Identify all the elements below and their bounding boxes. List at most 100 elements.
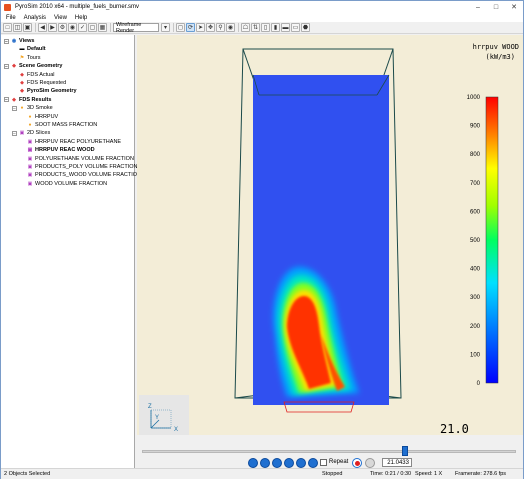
tree-item-label: WOOD VOLUME FRACTION <box>35 180 108 187</box>
tree-item-label: HRRPUV <box>35 113 59 120</box>
tree-item-label: POLYURETHANE VOLUME FRACTION <box>35 155 134 162</box>
results-icon: ◆ <box>12 96 16 103</box>
view-bottom-button[interactable]: ▬ <box>281 23 290 32</box>
view-button[interactable]: ◉ <box>68 23 77 32</box>
record-button[interactable] <box>352 458 362 468</box>
zoom-tool-button[interactable]: ⚲ <box>216 23 225 32</box>
smoke-icon: ● <box>20 105 24 112</box>
minimize-button[interactable]: – <box>469 1 487 13</box>
expand-toggle-icon[interactable]: − <box>4 63 9 69</box>
scale-tick-label: 600 <box>470 209 481 215</box>
select-tool-button[interactable]: ➤ <box>196 23 205 32</box>
palette-button[interactable]: ▦ <box>98 23 107 32</box>
tree-item[interactable]: ◆ FDS Requested <box>12 79 66 87</box>
forward-button[interactable]: ▶ <box>48 23 57 32</box>
tree-item[interactable]: − ◆ FDS Results <box>4 96 51 104</box>
scene-canvas[interactable]: 10009008007006005004003002001000 Z Y X 2… <box>137 35 523 441</box>
expand-toggle-icon[interactable]: − <box>12 105 17 111</box>
expand-toggle-icon[interactable]: − <box>4 97 9 103</box>
tree-item[interactable]: − ◆ Scene Geometry <box>4 62 62 70</box>
menu-file[interactable]: File <box>6 15 16 21</box>
skip-start-button[interactable] <box>248 458 258 468</box>
scale-tick-label: 1000 <box>467 95 481 101</box>
scale-tick-label: 300 <box>470 295 481 301</box>
scale-tick-label: 500 <box>470 238 481 244</box>
view-front-button[interactable]: ▯ <box>261 23 270 32</box>
tree-item[interactable]: − ◉ Views <box>4 37 35 45</box>
dropdown-arrow-icon[interactable]: ▾ <box>161 23 170 32</box>
checkbox-option-button[interactable]: ✓ <box>78 23 87 32</box>
pause-button[interactable] <box>284 458 294 468</box>
menu-analysis[interactable]: Analysis <box>24 15 46 21</box>
tree-item-label: 3D Smoke <box>27 105 53 112</box>
expand-toggle-icon[interactable]: − <box>4 38 9 44</box>
orbit-tool-button[interactable]: ⟳ <box>186 23 195 32</box>
tree-item-label: FDS Requested <box>27 80 67 86</box>
tree-item[interactable]: − ▣ 2D Slices <box>12 129 50 137</box>
walk-tool-button[interactable]: ◉ <box>226 23 235 32</box>
close-button[interactable]: ✕ <box>505 1 523 13</box>
tree-item[interactable]: ● HRRPUV <box>20 113 58 121</box>
smoke-icon: ● <box>28 113 32 120</box>
view-side-button[interactable]: ▮ <box>271 23 280 32</box>
3d-viewport[interactable]: 1000 900 800 700 600 500 400 300 200 100 0 Z Y X 2… <box>137 35 523 441</box>
tree-item[interactable]: ▣ HRRPUV REAC WOOD <box>20 146 95 154</box>
tree-item-label: HRRPUV REAC POLYURETHANE <box>35 138 122 145</box>
tree-item[interactable]: ▣ PRODUCTS_POLY VOLUME FRACTION <box>20 163 138 171</box>
tree-item[interactable]: ▣ HRRPUV REAC POLYURETHANE <box>20 138 121 146</box>
tree-item[interactable]: ● SOOT MASS FRACTION <box>20 121 97 129</box>
tree-item[interactable]: ▣ POLYURETHANE VOLUME FRACTION <box>20 155 134 163</box>
step-back-button[interactable] <box>260 458 270 468</box>
view-back-button[interactable]: ▭ <box>291 23 300 32</box>
tree-item-label: Default <box>27 46 46 53</box>
legend-title-line1: hrrpuv WOOD <box>472 43 519 51</box>
open-folder-button[interactable]: ◫ <box>13 23 22 32</box>
tree-item[interactable]: ▬ Default <box>12 45 46 53</box>
pan-tool-button[interactable]: ✥ <box>206 23 215 32</box>
menu-help[interactable]: Help <box>75 15 87 21</box>
outline-button[interactable]: ▢ <box>88 23 97 32</box>
scale-tick-label: 400 <box>470 267 481 273</box>
play-button[interactable] <box>272 458 282 468</box>
zoom-fit-button[interactable]: ◻ <box>176 23 185 32</box>
timeline-slider-thumb[interactable] <box>402 446 408 456</box>
render-mode-dropdown[interactable]: Wireframe Render <box>113 22 159 34</box>
tree-item-label: FDS Results <box>19 96 52 103</box>
step-forward-button[interactable] <box>296 458 306 468</box>
save-button[interactable]: ▣ <box>23 23 32 32</box>
tree-item[interactable]: ▣ WOOD VOLUME FRACTION <box>20 180 108 188</box>
time-input[interactable]: 21.0433 <box>382 458 412 467</box>
menu-bar: File Analysis View Help <box>1 13 523 22</box>
status-framerate: Framerate: 278.6 fps <box>455 471 507 477</box>
geometry-icon: ◆ <box>20 88 24 95</box>
axis-z-label: Z <box>148 404 152 410</box>
view-iso-button[interactable]: ⬣ <box>301 23 310 32</box>
snapshot-button[interactable] <box>365 458 375 468</box>
tree-item-label: Views <box>19 38 35 44</box>
tree-item[interactable]: − ● 3D Smoke <box>12 104 53 112</box>
toolbar: □ ◫ ▣ ◀ ▶ ⚙ ◉ ✓ ▢ ▦ Wireframe Render ▾ ◻… <box>1 22 523 34</box>
timeline-track[interactable] <box>142 450 516 453</box>
tree-item[interactable]: ◆ PyroSim Geometry <box>12 87 76 95</box>
slice-icon: ▣ <box>27 138 33 145</box>
tree-item[interactable]: ⚑ Tours <box>12 54 41 62</box>
tree-item-label: PRODUCTS_WOOD VOLUME FRACTION <box>35 172 142 179</box>
new-file-button[interactable]: □ <box>3 23 12 32</box>
tree-item-label: PRODUCTS_POLY VOLUME FRACTION <box>35 164 138 170</box>
options-button[interactable]: ⚙ <box>58 23 67 32</box>
reset-view-button[interactable]: ☖ <box>241 23 250 32</box>
expand-toggle-icon[interactable]: − <box>12 130 17 136</box>
view-top-button[interactable]: ⇅ <box>251 23 260 32</box>
tree-item[interactable]: ▣ PRODUCTS_WOOD VOLUME FRACTION <box>20 171 141 179</box>
maximize-button[interactable]: □ <box>487 1 505 13</box>
color-scale-bar <box>485 96 499 384</box>
repeat-checkbox[interactable] <box>320 459 327 466</box>
skip-end-button[interactable] <box>308 458 318 468</box>
title-bar: PyroSim 2010 x64 - multiple_fuels_burner… <box>1 1 523 13</box>
repeat-label: Repeat <box>329 459 349 465</box>
back-button[interactable]: ◀ <box>38 23 47 32</box>
menu-view[interactable]: View <box>54 15 67 21</box>
tree-item[interactable]: ◆ FDS Actual <box>12 71 54 79</box>
scale-tick-label: 100 <box>470 352 481 358</box>
tree-item-label: SOOT MASS FRACTION <box>35 122 98 128</box>
